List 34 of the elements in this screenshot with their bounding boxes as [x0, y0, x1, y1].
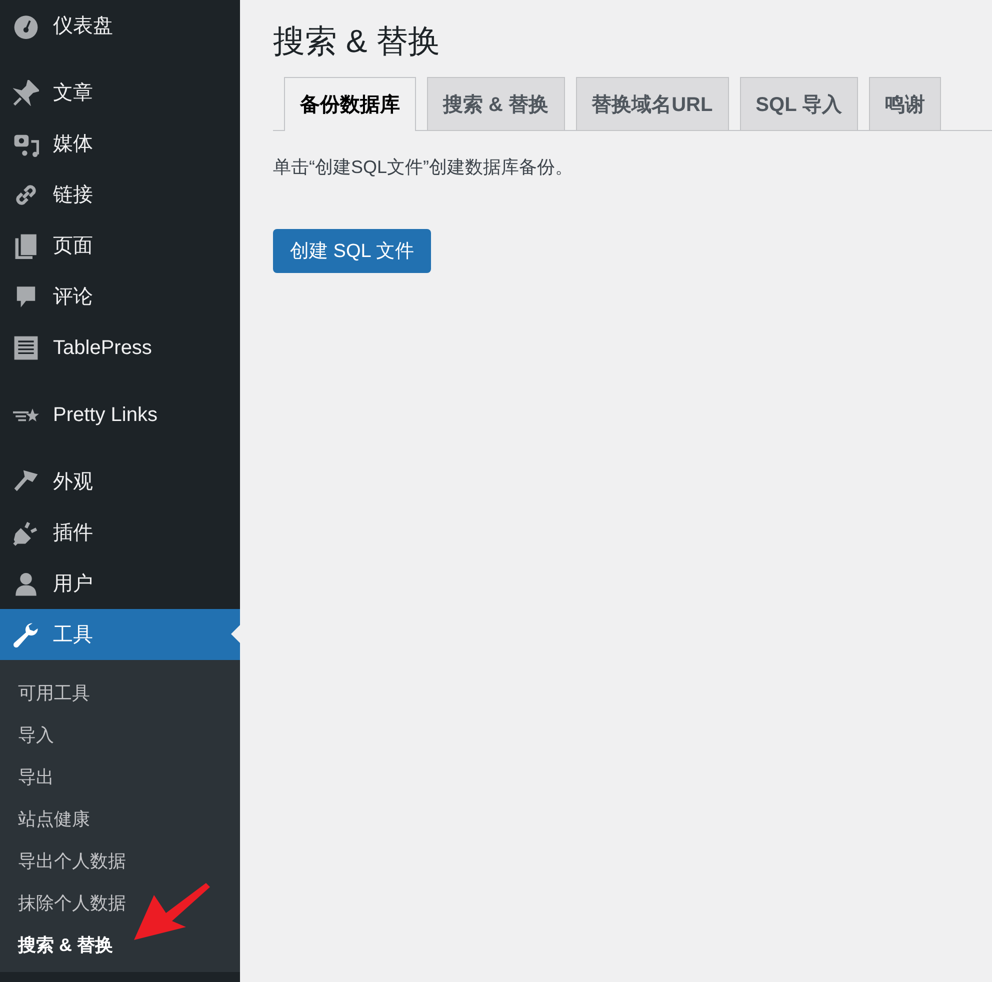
sidebar-item[interactable]: 外观 [0, 456, 240, 507]
sidebar-item[interactable]: 媒体 [0, 118, 240, 169]
create-sql-file-button[interactable]: 创建 SQL 文件 [273, 229, 431, 273]
plug-icon [13, 520, 39, 546]
submenu-item[interactable]: 导出个人数据 [0, 840, 240, 882]
tab[interactable]: 备份数据库 [284, 77, 416, 131]
submenu-item[interactable]: 抹除个人数据 [0, 882, 240, 924]
tab[interactable]: SQL 导入 [740, 77, 858, 130]
sidebar-item[interactable]: 用户 [0, 558, 240, 609]
sidebar-item[interactable]: 文章 [0, 67, 240, 118]
sidebar-item[interactable]: 插件 [0, 507, 240, 558]
submenu-item[interactable]: 导入 [0, 714, 240, 756]
submenu-item[interactable]: 导出 [0, 756, 240, 798]
tab[interactable]: 搜索 & 替换 [427, 77, 565, 130]
submenu-item[interactable]: 可用工具 [0, 672, 240, 714]
wrench-icon [13, 622, 39, 648]
pages-icon [13, 232, 39, 258]
sidebar-item[interactable]: 页面 [0, 220, 240, 271]
table-list-icon [13, 334, 39, 360]
sidebar-item[interactable]: 工具 [0, 609, 240, 660]
pin-icon [13, 80, 39, 106]
sidebar-item[interactable]: Pretty Links [0, 389, 240, 440]
sidebar-item[interactable]: 仪表盘 [0, 0, 240, 51]
sidebar-item[interactable]: 链接 [0, 169, 240, 220]
tab[interactable]: 替换域名URL [576, 77, 729, 130]
submenu-item[interactable]: 站点健康 [0, 798, 240, 840]
submenu-item[interactable]: 搜索 & 替换 [0, 924, 240, 966]
sidebar-item[interactable]: 评论 [0, 271, 240, 322]
description-text: 单击“创建SQL文件”创建数据库备份。 [273, 156, 574, 179]
user-icon [13, 570, 39, 596]
gauge-icon [13, 12, 39, 38]
tab[interactable]: 鸣谢 [868, 77, 941, 130]
page-title: 搜索 & 替换 [273, 22, 440, 61]
sidebar-item[interactable]: TablePress [0, 322, 240, 373]
